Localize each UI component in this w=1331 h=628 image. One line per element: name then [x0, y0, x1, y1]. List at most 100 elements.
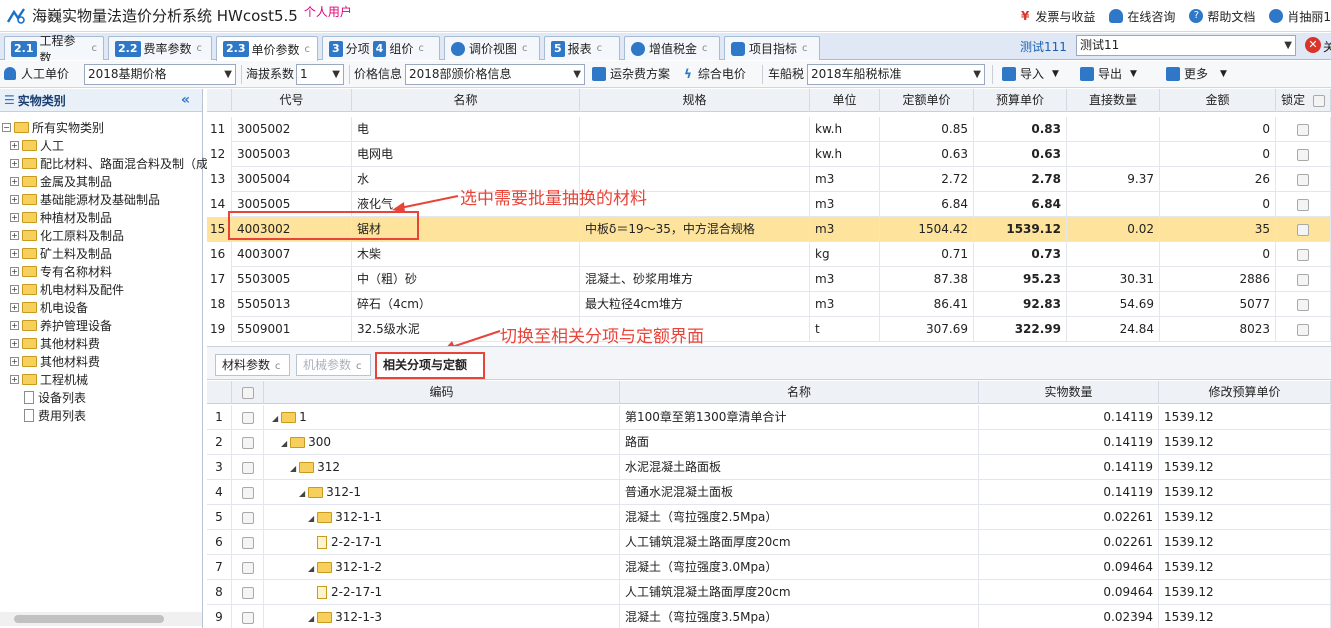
tree-item[interactable]: + 专有名称材料	[10, 262, 112, 280]
cell-modified-price[interactable]: 1539.12	[1159, 555, 1331, 580]
lock-checkbox[interactable]	[1297, 148, 1309, 161]
horizontal-scrollbar[interactable]	[0, 612, 202, 626]
col-budget-price[interactable]: 预算单价	[974, 89, 1067, 112]
tree-item[interactable]: + 配比材料、路面混合料及制（成	[10, 154, 208, 172]
row-checkbox[interactable]	[241, 411, 254, 424]
scrollbar-thumb[interactable]	[14, 615, 164, 623]
labor-price-select[interactable]: 2018基期价格 ▼	[84, 64, 236, 85]
expand-toggle-icon[interactable]: +	[10, 374, 19, 384]
tab-related-items-quotas[interactable]: 相关分项与定额	[375, 352, 485, 379]
cell-modified-price[interactable]: 1539.12	[1159, 605, 1331, 628]
tab-reports[interactable]: 5 报表 c	[544, 36, 620, 60]
tree-item[interactable]: 费用列表	[24, 406, 86, 424]
expand-toggle-icon[interactable]: +	[10, 140, 19, 150]
collapse-triangle-icon[interactable]: ◢	[272, 406, 278, 430]
material-row[interactable]: 17 5503005 中（粗）砂 混凝土、砂浆用堆方 m3 87.38 95.23 30.31…	[207, 267, 1331, 292]
related-item-row[interactable]: 7 ◢ 312-1-2 混凝土（弯拉强度3.0Mpa） 0.09464 1539.12	[207, 555, 1331, 580]
col-name[interactable]: 名称	[620, 381, 979, 404]
related-item-row[interactable]: 6 2-2-17-1 人工铺筑混凝土路面厚度20cm 0.02261 1539.12	[207, 530, 1331, 555]
expand-toggle-icon[interactable]: +	[10, 356, 19, 366]
select-all-checkbox[interactable]	[241, 386, 254, 399]
user-menu[interactable]: 肖抽丽1	[1269, 8, 1331, 25]
lock-checkbox[interactable]	[1297, 323, 1309, 336]
tab-items-pricing[interactable]: 3 分项 4 组价 c	[322, 36, 440, 60]
help-docs-link[interactable]: ? 帮助文档	[1189, 8, 1255, 25]
related-item-row[interactable]: 2 ◢ 300 路面 0.14119 1539.12	[207, 430, 1331, 455]
tab-vat[interactable]: 增值税金 c	[624, 36, 720, 60]
expand-toggle-icon[interactable]: +	[10, 266, 19, 276]
cell-modified-price[interactable]: 1539.12	[1159, 480, 1331, 505]
col-modified-price[interactable]: 修改预算单价	[1159, 381, 1331, 404]
close-project-icon[interactable]: ✕	[1305, 37, 1321, 53]
invoice-link[interactable]: ¥ 发票与收益	[1021, 8, 1095, 25]
close-project-label[interactable]: 关	[1323, 38, 1331, 55]
related-item-row[interactable]: 5 ◢ 312-1-1 混凝土（弯拉强度2.5Mpa） 0.02261 1539.12	[207, 505, 1331, 530]
tree-item[interactable]: + 金属及其制品	[10, 172, 112, 190]
tree-item[interactable]: + 矿土料及制品	[10, 244, 112, 262]
online-consult-link[interactable]: 在线咨询	[1109, 8, 1175, 25]
material-row[interactable]: 13 3005004 水 m3 2.72 2.78 9.37 26	[207, 167, 1331, 192]
tree-item[interactable]: + 机电材料及配件	[10, 280, 124, 298]
tab-unit-price-params[interactable]: 2.3 单价参数 c	[216, 36, 318, 61]
related-item-row[interactable]: 3 ◢ 312 水泥混凝土路面板 0.14119 1539.12	[207, 455, 1331, 480]
collapse-triangle-icon[interactable]: ◢	[308, 606, 314, 628]
col-spec[interactable]: 规格	[580, 89, 810, 112]
col-quota-price[interactable]: 定额单价	[880, 89, 974, 112]
lock-checkbox[interactable]	[1297, 223, 1309, 236]
project-select[interactable]: 测试11 ▼	[1076, 35, 1296, 56]
material-row[interactable]: 16 4003007 木柴 kg 0.71 0.73 0	[207, 242, 1331, 267]
expand-toggle-icon[interactable]: +	[10, 248, 19, 258]
row-checkbox[interactable]	[241, 561, 254, 574]
tree-item[interactable]: + 其他材料费	[10, 334, 100, 352]
lock-checkbox[interactable]	[1297, 173, 1309, 186]
col-code[interactable]: 编码	[264, 381, 620, 404]
lock-checkbox[interactable]	[1297, 273, 1309, 286]
related-item-row[interactable]: 4 ◢ 312-1 普通水泥混凝土面板 0.14119 1539.12	[207, 480, 1331, 505]
expand-toggle-icon[interactable]: +	[10, 230, 19, 240]
related-item-row[interactable]: 1 ◢ 1 第100章至第1300章清单合计 0.14119 1539.12	[207, 405, 1331, 430]
tree-item[interactable]: + 人工	[10, 136, 64, 154]
col-amount[interactable]: 金额	[1160, 89, 1276, 112]
col-code[interactable]: 代号	[232, 89, 352, 112]
lock-checkbox[interactable]	[1297, 198, 1309, 211]
cell-modified-price[interactable]: 1539.12	[1159, 505, 1331, 530]
tree-item[interactable]: − 所有实物类别	[2, 118, 104, 136]
collapse-triangle-icon[interactable]: ◢	[308, 506, 314, 530]
collapse-icon[interactable]: «	[181, 92, 190, 108]
lock-checkbox[interactable]	[1297, 248, 1309, 261]
cell-modified-price[interactable]: 1539.12	[1159, 530, 1331, 555]
tree-item[interactable]: 设备列表	[24, 388, 86, 406]
expand-toggle-icon[interactable]: +	[10, 302, 19, 312]
expand-toggle-icon[interactable]: +	[10, 284, 19, 294]
export-button[interactable]: 导出 ▼	[1080, 65, 1137, 82]
tree-item[interactable]: + 养护管理设备	[10, 316, 112, 334]
tree-item[interactable]: + 机电设备	[10, 298, 88, 316]
more-button[interactable]: 更多 ▼	[1166, 65, 1227, 82]
lock-checkbox[interactable]	[1297, 298, 1309, 311]
material-row[interactable]: 18 5505013 碎石（4cm） 最大粒径4cm堆方 m3 86.41 92.83 54.…	[207, 292, 1331, 317]
transport-fee-button[interactable]: 运杂费方案	[592, 65, 670, 82]
collapse-triangle-icon[interactable]: ◢	[299, 481, 305, 505]
tab-project-params[interactable]: 2.1 工程参数 c	[4, 34, 104, 65]
tab-rate-params[interactable]: 2.2 费率参数 c	[108, 36, 212, 60]
cell-modified-price[interactable]: 1539.12	[1159, 430, 1331, 455]
collapse-triangle-icon[interactable]: ◢	[290, 456, 296, 480]
expand-toggle-icon[interactable]: +	[10, 158, 19, 168]
row-checkbox[interactable]	[241, 461, 254, 474]
material-row[interactable]: 12 3005003 电网电 kw.h 0.63 0.63 0	[207, 142, 1331, 167]
collapse-triangle-icon[interactable]: ◢	[281, 431, 287, 455]
row-checkbox[interactable]	[241, 486, 254, 499]
tab-price-adjust-view[interactable]: 调价视图 c	[444, 36, 540, 60]
expand-toggle-icon[interactable]: +	[10, 176, 19, 186]
collapse-toggle-icon[interactable]: −	[2, 122, 11, 132]
col-quantity[interactable]: 实物数量	[979, 381, 1159, 404]
tree-item[interactable]: + 化工原料及制品	[10, 226, 124, 244]
expand-toggle-icon[interactable]: +	[10, 212, 19, 222]
row-checkbox[interactable]	[241, 436, 254, 449]
expand-toggle-icon[interactable]: +	[10, 194, 19, 204]
tab-project-indicators[interactable]: 项目指标 c	[724, 36, 820, 60]
price-info-select[interactable]: 2018部颁价格信息 ▼	[405, 64, 585, 85]
row-checkbox[interactable]	[241, 536, 254, 549]
tab-material-params[interactable]: 材料参数 c	[215, 354, 290, 376]
material-row[interactable]: 11 3005002 电 kw.h 0.85 0.83 0	[207, 117, 1331, 142]
